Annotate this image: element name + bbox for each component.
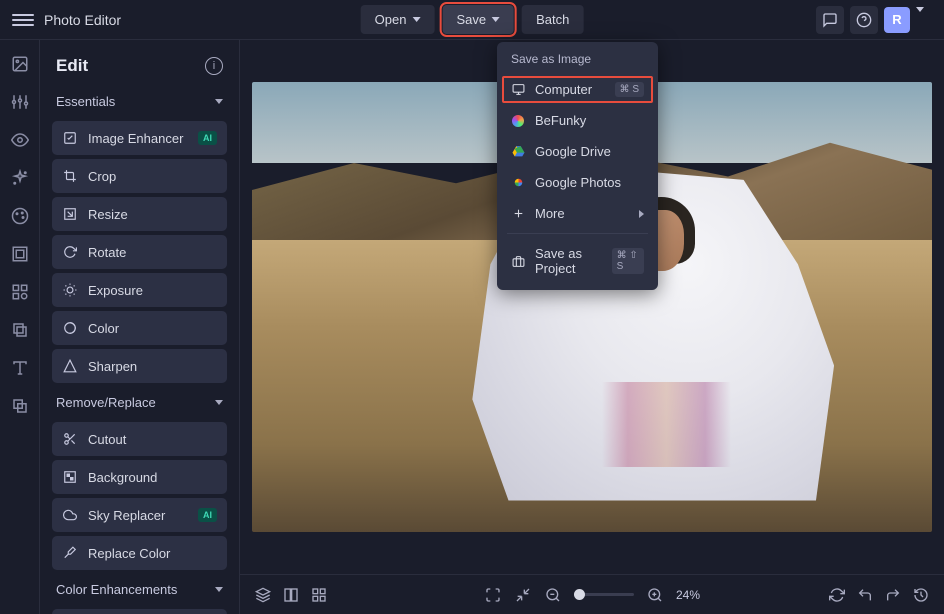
sky-icon (62, 507, 78, 523)
zoom-out-icon[interactable] (544, 586, 562, 604)
dropdown-item-google-photos[interactable]: Google Photos (497, 167, 658, 198)
google-photos-icon (511, 176, 525, 190)
dropdown-item-befunky[interactable]: BeFunky (497, 105, 658, 136)
user-avatar[interactable]: R (884, 7, 910, 33)
zoom-slider[interactable] (574, 593, 634, 596)
save-dropdown: Save as Image Computer ⌘ S BeFunky Googl… (497, 42, 658, 290)
edit-sidebar: Edit i Essentials Image EnhancerAI Crop … (40, 40, 240, 614)
bottombar-left (254, 586, 328, 604)
fit-icon[interactable] (514, 586, 532, 604)
text-icon[interactable] (10, 358, 30, 378)
fullscreen-icon[interactable] (484, 586, 502, 604)
zoom-slider-handle[interactable] (574, 589, 585, 600)
chevron-down-icon[interactable] (916, 12, 932, 28)
app-title: Photo Editor (44, 12, 121, 28)
ai-badge: AI (198, 508, 217, 522)
color-icon (62, 320, 78, 336)
monitor-icon (511, 83, 525, 97)
save-button[interactable]: Save (442, 5, 514, 34)
refresh-icon[interactable] (828, 586, 846, 604)
layers-icon[interactable] (254, 586, 272, 604)
panel-header: Edit i (40, 40, 239, 86)
tool-crop[interactable]: Crop (52, 159, 227, 193)
history-icon[interactable] (912, 586, 930, 604)
chevron-right-icon (639, 210, 644, 218)
top-right-controls: R (816, 6, 932, 34)
hamburger-menu-button[interactable] (12, 9, 34, 31)
shortcut-label: ⌘ S (615, 82, 644, 97)
zoom-in-icon[interactable] (646, 586, 664, 604)
dropdown-item-computer[interactable]: Computer ⌘ S (500, 74, 655, 105)
rotate-icon (62, 244, 78, 260)
enhancer-icon (62, 130, 78, 146)
briefcase-icon (511, 254, 525, 268)
comment-icon[interactable] (816, 6, 844, 34)
exposure-icon (62, 282, 78, 298)
tool-replace-color[interactable]: Replace Color (52, 536, 227, 570)
tool-sharpen[interactable]: Sharpen (52, 349, 227, 383)
adjust-icon[interactable] (10, 92, 30, 112)
shapes-icon[interactable] (10, 282, 30, 302)
panel-title: Edit (56, 56, 88, 76)
background-icon (62, 469, 78, 485)
chevron-down-icon (215, 400, 223, 405)
left-tool-rail (0, 40, 40, 614)
chevron-down-icon (215, 99, 223, 104)
tool-rotate[interactable]: Rotate (52, 235, 227, 269)
redo-icon[interactable] (884, 586, 902, 604)
tool-color[interactable]: Color (52, 311, 227, 345)
shortcut-label: ⌘ ⇧ S (612, 248, 644, 274)
top-center-buttons: Open Save Batch (361, 5, 584, 34)
dropdown-item-more[interactable]: More (497, 198, 658, 229)
crop-icon (62, 168, 78, 184)
section-remove-replace[interactable]: Remove/Replace (40, 387, 239, 418)
grid-icon[interactable] (310, 586, 328, 604)
section-color-enhancements[interactable]: Color Enhancements (40, 574, 239, 605)
tool-sky-replacer[interactable]: Sky ReplacerAI (52, 498, 227, 532)
topbar: Photo Editor Open Save Batch R (0, 0, 944, 40)
befunky-icon (511, 114, 525, 128)
palette-icon[interactable] (10, 206, 30, 226)
resize-icon (62, 206, 78, 222)
sharpen-icon (62, 358, 78, 374)
chevron-down-icon (492, 17, 500, 22)
tool-image-enhancer[interactable]: Image EnhancerAI (52, 121, 227, 155)
tool-beautify[interactable]: Beautify (52, 609, 227, 614)
dropdown-item-google-drive[interactable]: Google Drive (497, 136, 658, 167)
bottombar: 24% (240, 574, 944, 614)
compare-icon[interactable] (282, 586, 300, 604)
layers-icon[interactable] (10, 396, 30, 416)
zoom-percentage: 24% (676, 588, 700, 602)
google-drive-icon (511, 145, 525, 159)
eyedropper-icon (62, 545, 78, 561)
eye-icon[interactable] (10, 130, 30, 150)
undo-icon[interactable] (856, 586, 874, 604)
bottombar-center: 24% (484, 586, 700, 604)
image-icon[interactable] (10, 54, 30, 74)
plus-icon (511, 207, 525, 221)
chevron-down-icon (412, 17, 420, 22)
help-icon[interactable] (850, 6, 878, 34)
dropdown-header: Save as Image (497, 42, 658, 74)
bottombar-right (828, 586, 930, 604)
section-essentials[interactable]: Essentials (40, 86, 239, 117)
tool-resize[interactable]: Resize (52, 197, 227, 231)
open-button[interactable]: Open (361, 5, 435, 34)
info-icon[interactable]: i (205, 57, 223, 75)
tool-cutout[interactable]: Cutout (52, 422, 227, 456)
tool-background[interactable]: Background (52, 460, 227, 494)
dropdown-item-save-project[interactable]: Save as Project ⌘ ⇧ S (497, 238, 658, 284)
chevron-down-icon (215, 587, 223, 592)
sparkle-icon[interactable] (10, 168, 30, 188)
tool-exposure[interactable]: Exposure (52, 273, 227, 307)
cutout-icon (62, 431, 78, 447)
batch-button[interactable]: Batch (522, 5, 583, 34)
overlay-icon[interactable] (10, 320, 30, 340)
ai-badge: AI (198, 131, 217, 145)
frame-icon[interactable] (10, 244, 30, 264)
